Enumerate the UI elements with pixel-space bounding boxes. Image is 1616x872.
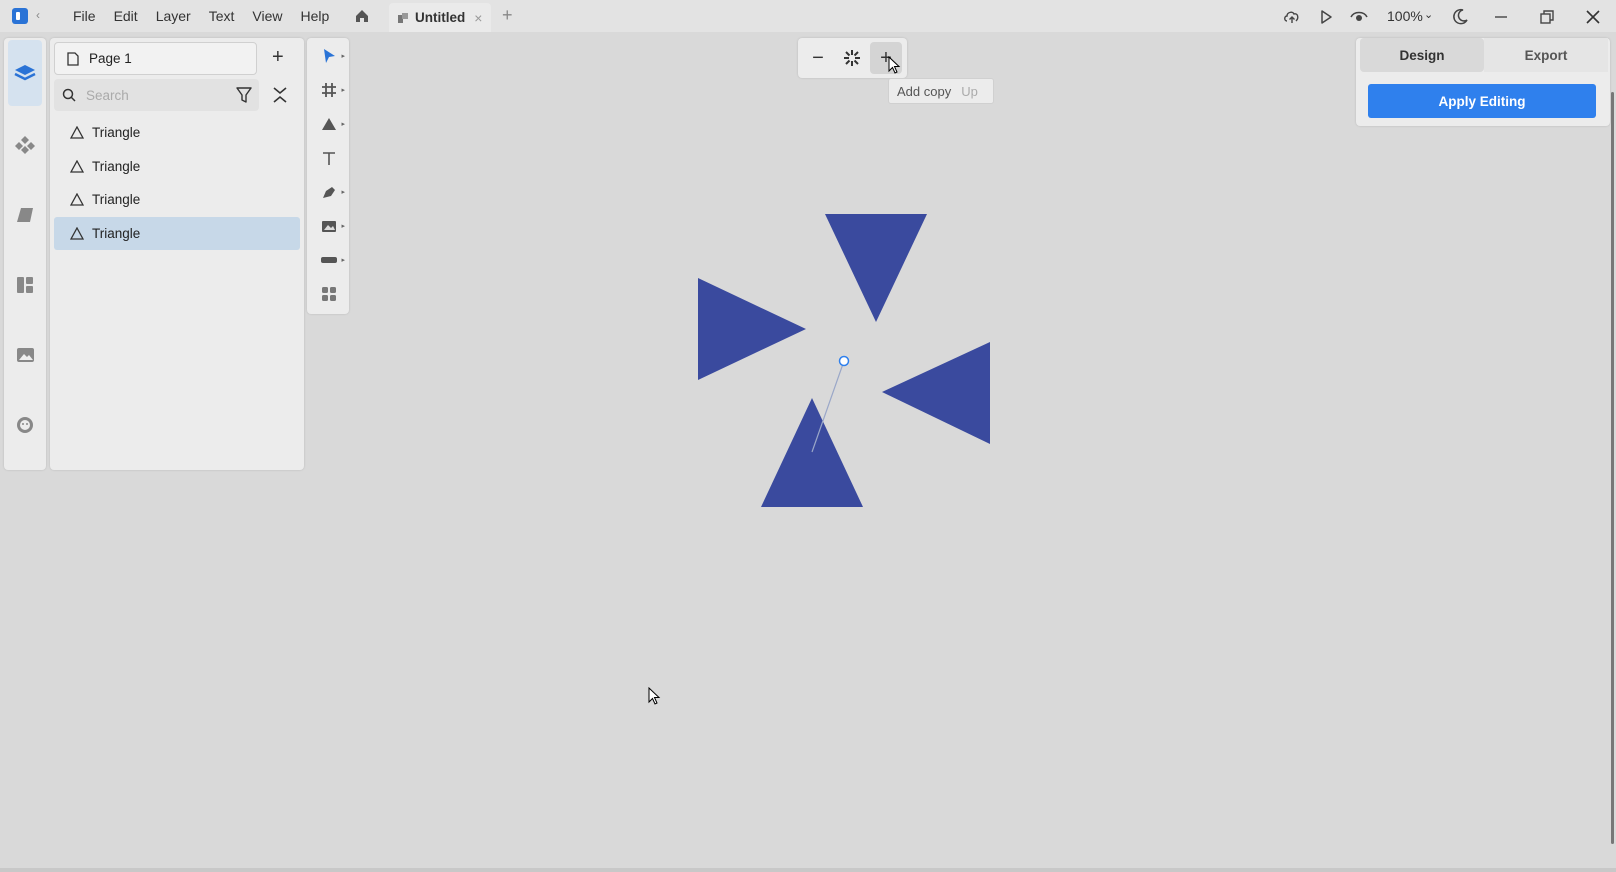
bottom-edge <box>0 868 1616 872</box>
layer-row[interactable]: Triangle <box>54 183 300 217</box>
tool-image[interactable]: ▸ <box>313 212 345 240</box>
tooltip-shortcut: Up <box>961 83 978 99</box>
tool-frame[interactable]: ▸ <box>313 76 345 104</box>
text-icon <box>323 152 335 165</box>
components-icon <box>15 136 35 154</box>
document-icon <box>398 12 408 23</box>
app-logo-icon[interactable] <box>12 8 28 24</box>
layer-label: Triangle <box>92 158 141 174</box>
image-icon <box>17 348 34 362</box>
shapes-icon <box>17 208 33 222</box>
rail-components-button[interactable] <box>8 128 42 162</box>
cloud-upload-icon[interactable] <box>1283 8 1301 26</box>
rail-image-button[interactable] <box>8 338 42 372</box>
menu-layer[interactable]: Layer <box>147 0 200 32</box>
minimize-icon[interactable] <box>1492 8 1510 26</box>
preview-eye-icon[interactable] <box>1350 8 1368 26</box>
menu-view[interactable]: View <box>243 0 291 32</box>
rail-shapes-button[interactable] <box>8 198 42 232</box>
page-selector[interactable]: Page 1 <box>54 42 257 75</box>
tool-text[interactable] <box>313 144 345 172</box>
plugins-icon <box>322 287 336 301</box>
menu-text[interactable]: Text <box>200 0 244 32</box>
triangle-shape-right[interactable] <box>882 342 990 444</box>
collapse-all-icon[interactable] <box>270 85 290 105</box>
rotation-handle[interactable] <box>838 355 850 367</box>
search-icon <box>62 88 76 102</box>
layer-row[interactable]: Triangle <box>54 150 300 184</box>
mouse-cursor-icon <box>648 687 661 705</box>
triangle-shape-bottom[interactable] <box>761 398 863 507</box>
left-rail <box>4 38 46 470</box>
menu-edit[interactable]: Edit <box>105 0 147 32</box>
component-icon <box>321 257 337 263</box>
dark-mode-moon-icon[interactable] <box>1451 8 1469 26</box>
menu-help[interactable]: Help <box>292 0 339 32</box>
tooltip-action: Add copy <box>897 83 952 99</box>
back-chevron-icon[interactable]: ‹ <box>36 8 40 22</box>
rail-library-button[interactable] <box>8 268 42 302</box>
select-icon <box>324 49 335 63</box>
menu-file[interactable]: File <box>64 0 105 32</box>
new-tab-button[interactable]: + <box>502 5 513 26</box>
restore-icon[interactable] <box>1538 8 1556 26</box>
page-name: Page 1 <box>89 51 132 66</box>
image-icon <box>322 221 336 232</box>
tab-export[interactable]: Export <box>1484 38 1608 72</box>
filter-icon[interactable] <box>232 83 256 107</box>
document-tab[interactable]: Untitled × <box>389 3 491 32</box>
tab-title: Untitled <box>415 10 466 25</box>
search-input[interactable] <box>86 87 206 103</box>
triangle-icon <box>70 126 84 139</box>
triangle-shape-top[interactable] <box>825 214 927 322</box>
layer-label: Triangle <box>92 125 141 141</box>
radial-center-button[interactable] <box>836 42 868 74</box>
layer-row[interactable]: Triangle <box>54 116 300 150</box>
mouse-cursor-icon <box>888 56 901 74</box>
tool-plugins[interactable] <box>313 280 345 308</box>
tab-close-icon[interactable]: × <box>474 10 482 26</box>
tool-select[interactable]: ▸ <box>313 42 345 70</box>
tool-bar: ▸ ▸ ▸ ▸ ▸ ▸ <box>307 38 349 314</box>
triangle-shape-left[interactable] <box>698 278 806 380</box>
apply-editing-button[interactable]: Apply Editing <box>1368 84 1596 118</box>
layer-list: Triangle Triangle Triangle Triangle <box>54 116 300 250</box>
rail-layers-button[interactable] <box>8 40 42 106</box>
close-icon[interactable] <box>1584 8 1602 26</box>
right-panel: Design Export Apply Editing <box>1356 38 1610 126</box>
layer-label: Triangle <box>92 192 141 208</box>
tool-shape[interactable]: ▸ <box>313 110 345 138</box>
library-icon <box>17 277 33 293</box>
layer-search <box>54 79 259 111</box>
add-page-button[interactable]: + <box>272 47 284 67</box>
plugins-icon <box>17 417 33 433</box>
play-icon[interactable] <box>1317 8 1335 26</box>
menu-bar: File Edit Layer Text View Help <box>64 0 338 32</box>
title-bar: ‹ File Edit Layer Text View Help Untitle… <box>0 0 1616 32</box>
radial-repeat-icon <box>844 50 860 66</box>
home-icon[interactable] <box>354 8 370 24</box>
layers-icon <box>14 65 36 81</box>
chevron-down-icon[interactable]: ⌄ <box>1424 8 1433 21</box>
frame-icon <box>322 83 336 97</box>
page-icon <box>67 51 79 66</box>
remove-copy-button[interactable]: − <box>802 42 834 74</box>
shape-icon <box>322 118 336 130</box>
tool-pen[interactable]: ▸ <box>313 178 345 206</box>
vertical-scrollbar[interactable] <box>1611 92 1614 844</box>
layer-row-selected[interactable]: Triangle <box>54 216 300 250</box>
triangle-icon <box>70 193 84 206</box>
pen-icon <box>323 187 335 198</box>
tooltip: Add copy Up <box>888 78 994 104</box>
layer-label: Triangle <box>92 225 141 241</box>
zoom-level[interactable]: 100% <box>1387 8 1423 24</box>
triangle-icon <box>70 159 84 173</box>
tab-design[interactable]: Design <box>1360 38 1484 72</box>
rotation-handle-line <box>811 360 845 453</box>
rail-plugins-button[interactable] <box>8 408 42 442</box>
tool-component[interactable]: ▸ <box>313 246 345 274</box>
triangle-icon <box>70 226 84 240</box>
layers-panel: Page 1 + Triangle Triangle Triangle Tria… <box>50 38 304 470</box>
